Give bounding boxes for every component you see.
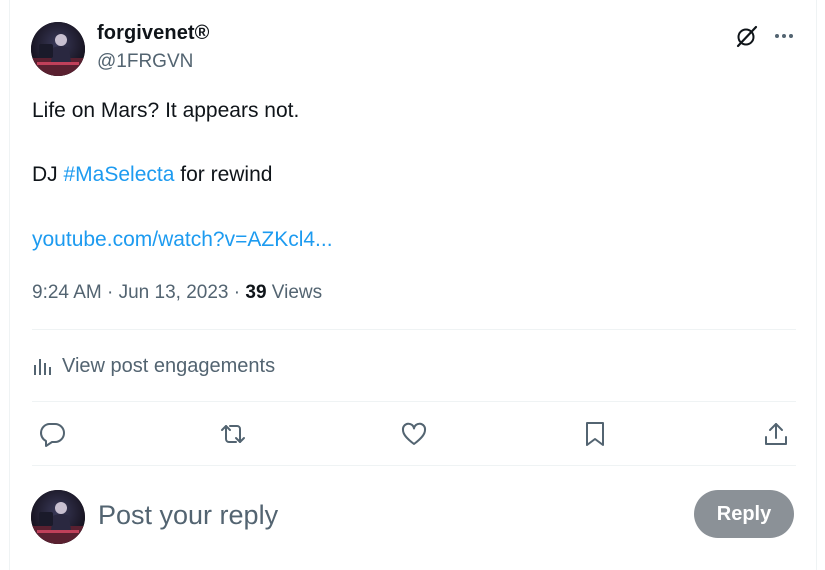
share-icon[interactable] [762, 420, 790, 448]
view-engagements-label: View post engagements [62, 354, 276, 377]
reply-input[interactable] [98, 495, 658, 535]
analytics-icon [34, 359, 51, 375]
divider [32, 329, 796, 330]
tweet-text-prefix: DJ [32, 163, 64, 186]
author-handle[interactable]: @1FRGVN [97, 51, 193, 73]
hashtag-link[interactable]: #MaSelecta [64, 163, 175, 186]
tweet-text-suffix: for rewind [174, 163, 273, 186]
user-avatar[interactable] [31, 490, 85, 544]
retweet-icon[interactable] [219, 420, 247, 448]
views-count: 39 [245, 282, 267, 303]
meta-separator: · [101, 282, 119, 303]
views-label: Views [266, 282, 323, 303]
reply-icon[interactable] [38, 420, 66, 448]
view-engagements-link[interactable]: View post engagements [32, 352, 275, 380]
reply-button[interactable]: Reply [694, 490, 794, 538]
post-meta: 9:24 AM · Jun 13, 2023 · 39 Views [32, 282, 322, 304]
more-icon[interactable] [772, 24, 796, 48]
tweet-text-line: DJ #MaSelecta for rewind [32, 162, 272, 188]
author-avatar[interactable] [31, 22, 85, 76]
like-icon[interactable] [400, 420, 428, 448]
meta-separator: · [228, 282, 246, 303]
avatar-image [31, 22, 85, 76]
post-date[interactable]: Jun 13, 2023 [119, 282, 229, 303]
avatar-image [31, 490, 85, 544]
grok-icon[interactable] [735, 24, 759, 48]
bookmark-icon[interactable] [581, 420, 609, 448]
post-time[interactable]: 9:24 AM [32, 282, 102, 303]
author-display-name[interactable]: forgivenet® [97, 22, 210, 45]
tweet-text-line: Life on Mars? It appears not. [32, 99, 300, 122]
youtube-link[interactable]: youtube.com/watch?v=AZKcl4... [32, 227, 333, 253]
divider [32, 465, 796, 466]
divider [32, 401, 796, 402]
